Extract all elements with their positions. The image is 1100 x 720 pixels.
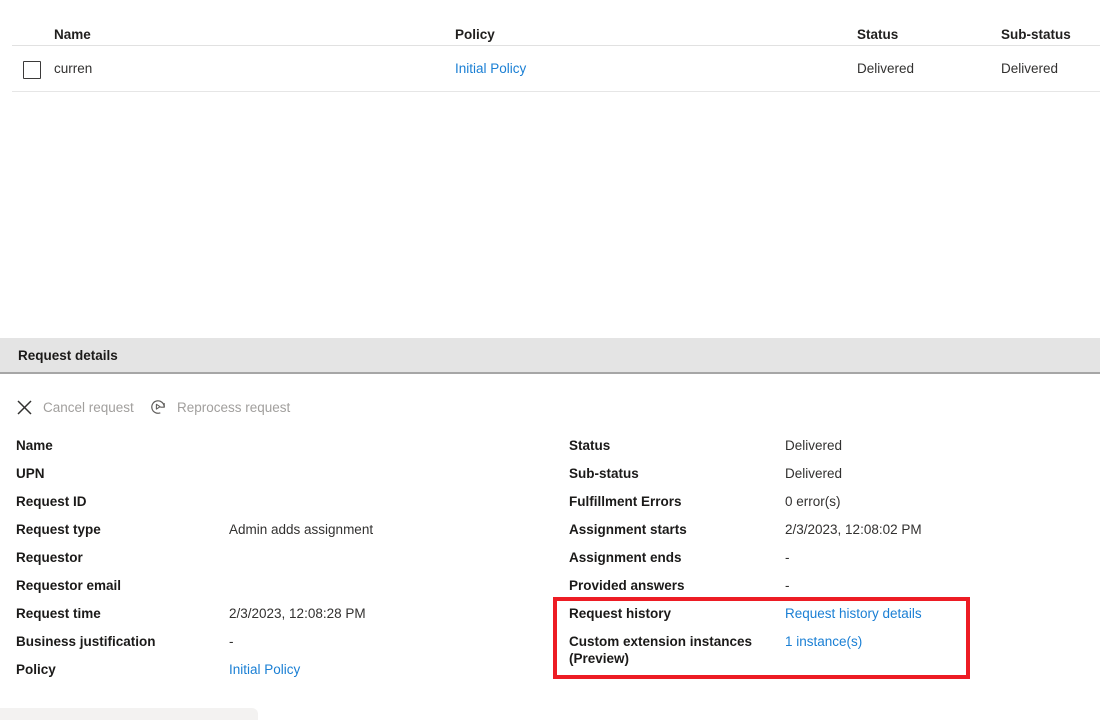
detail-value-link[interactable]: Initial Policy: [229, 661, 300, 678]
cancel-request-label: Cancel request: [43, 400, 134, 415]
reprocess-request-button[interactable]: Reprocess request: [148, 392, 290, 422]
detail-label: Request history: [569, 605, 671, 622]
detail-value: Admin adds assignment: [229, 521, 373, 538]
cancel-request-button[interactable]: Cancel request: [14, 392, 134, 422]
detail-label: Requestor email: [16, 577, 121, 594]
cell-sub-status: Delivered: [1001, 61, 1058, 76]
detail-label: Assignment ends: [569, 549, 682, 566]
column-header-name[interactable]: Name: [54, 27, 91, 42]
page-title: Request details: [18, 348, 118, 363]
detail-value: Delivered: [785, 465, 842, 482]
detail-row: Status Delivered: [569, 432, 1089, 460]
detail-label: Status: [569, 437, 610, 454]
grid-row-divider: [12, 91, 1100, 92]
detail-label: Sub-status: [569, 465, 639, 482]
column-header-sub-status[interactable]: Sub-status: [1001, 27, 1071, 42]
detail-row: Request ID: [16, 488, 556, 516]
detail-value: 0 error(s): [785, 493, 841, 510]
detail-value: 2/3/2023, 12:08:02 PM: [785, 521, 922, 538]
detail-label: UPN: [16, 465, 45, 482]
detail-row: Fulfillment Errors 0 error(s): [569, 488, 1089, 516]
request-details-body: Name UPN Request ID Request type Admin adds …: [0, 432, 1100, 692]
cell-status: Delivered: [857, 61, 914, 76]
detail-row: UPN: [16, 460, 556, 488]
detail-value: -: [785, 577, 790, 594]
detail-row: Name: [16, 432, 556, 460]
table-row[interactable]: curren Initial Policy Delivered Delivere…: [0, 46, 1100, 92]
details-right-column: Status Delivered Sub-status Delivered Fulfil…: [569, 432, 1089, 674]
detail-label: Assignment starts: [569, 521, 687, 538]
detail-row: Requestor: [16, 544, 556, 572]
request-details-section-bar: Request details: [0, 338, 1100, 374]
cell-policy-link[interactable]: Initial Policy: [455, 61, 526, 76]
detail-value: 2/3/2023, 12:08:28 PM: [229, 605, 366, 622]
detail-row: Requestor email: [16, 572, 556, 600]
reprocess-request-label: Reprocess request: [177, 400, 290, 415]
detail-value-link[interactable]: 1 instance(s): [785, 633, 862, 650]
column-header-status[interactable]: Status: [857, 27, 898, 42]
detail-row: Policy Initial Policy: [16, 656, 556, 684]
detail-label: Name: [16, 437, 53, 454]
detail-value: -: [785, 549, 790, 566]
detail-row: Custom extension instances (Preview) 1 in…: [569, 628, 1089, 674]
cell-name: curren: [54, 61, 92, 76]
bottom-panel-edge: [0, 708, 258, 720]
close-x-icon: [14, 397, 34, 417]
detail-label: Provided answers: [569, 577, 685, 594]
detail-value: -: [229, 633, 234, 650]
row-checkbox-icon[interactable]: [23, 61, 41, 79]
detail-row: Business justification -: [16, 628, 556, 656]
detail-label: Business justification: [16, 633, 156, 650]
detail-label: Requestor: [16, 549, 83, 566]
detail-label: Custom extension instances (Preview): [569, 633, 752, 667]
detail-row: Request history Request history details: [569, 600, 1089, 628]
detail-value-link[interactable]: Request history details: [785, 605, 922, 622]
detail-row: Request time 2/3/2023, 12:08:28 PM: [16, 600, 556, 628]
request-details-page: Name Policy Status Sub-status curren Ini…: [0, 0, 1100, 720]
detail-row: Assignment ends -: [569, 544, 1089, 572]
detail-row: Assignment starts 2/3/2023, 12:08:02 PM: [569, 516, 1089, 544]
detail-label: Policy: [16, 661, 56, 678]
detail-row: Request type Admin adds assignment: [16, 516, 556, 544]
detail-label: Request type: [16, 521, 101, 538]
requests-grid: Name Policy Status Sub-status curren Ini…: [0, 0, 1100, 92]
reprocess-play-circle-icon: [148, 397, 168, 417]
detail-value: Delivered: [785, 437, 842, 454]
detail-row: Provided answers -: [569, 572, 1089, 600]
command-bar: Cancel request Reprocess request: [0, 392, 1100, 424]
detail-row: Sub-status Delivered: [569, 460, 1089, 488]
detail-label: Request time: [16, 605, 101, 622]
column-header-policy[interactable]: Policy: [455, 27, 495, 42]
detail-label: Request ID: [16, 493, 87, 510]
grid-header-row: Name Policy Status Sub-status: [0, 0, 1100, 46]
details-left-column: Name UPN Request ID Request type Admin adds …: [16, 432, 556, 684]
detail-label: Fulfillment Errors: [569, 493, 682, 510]
